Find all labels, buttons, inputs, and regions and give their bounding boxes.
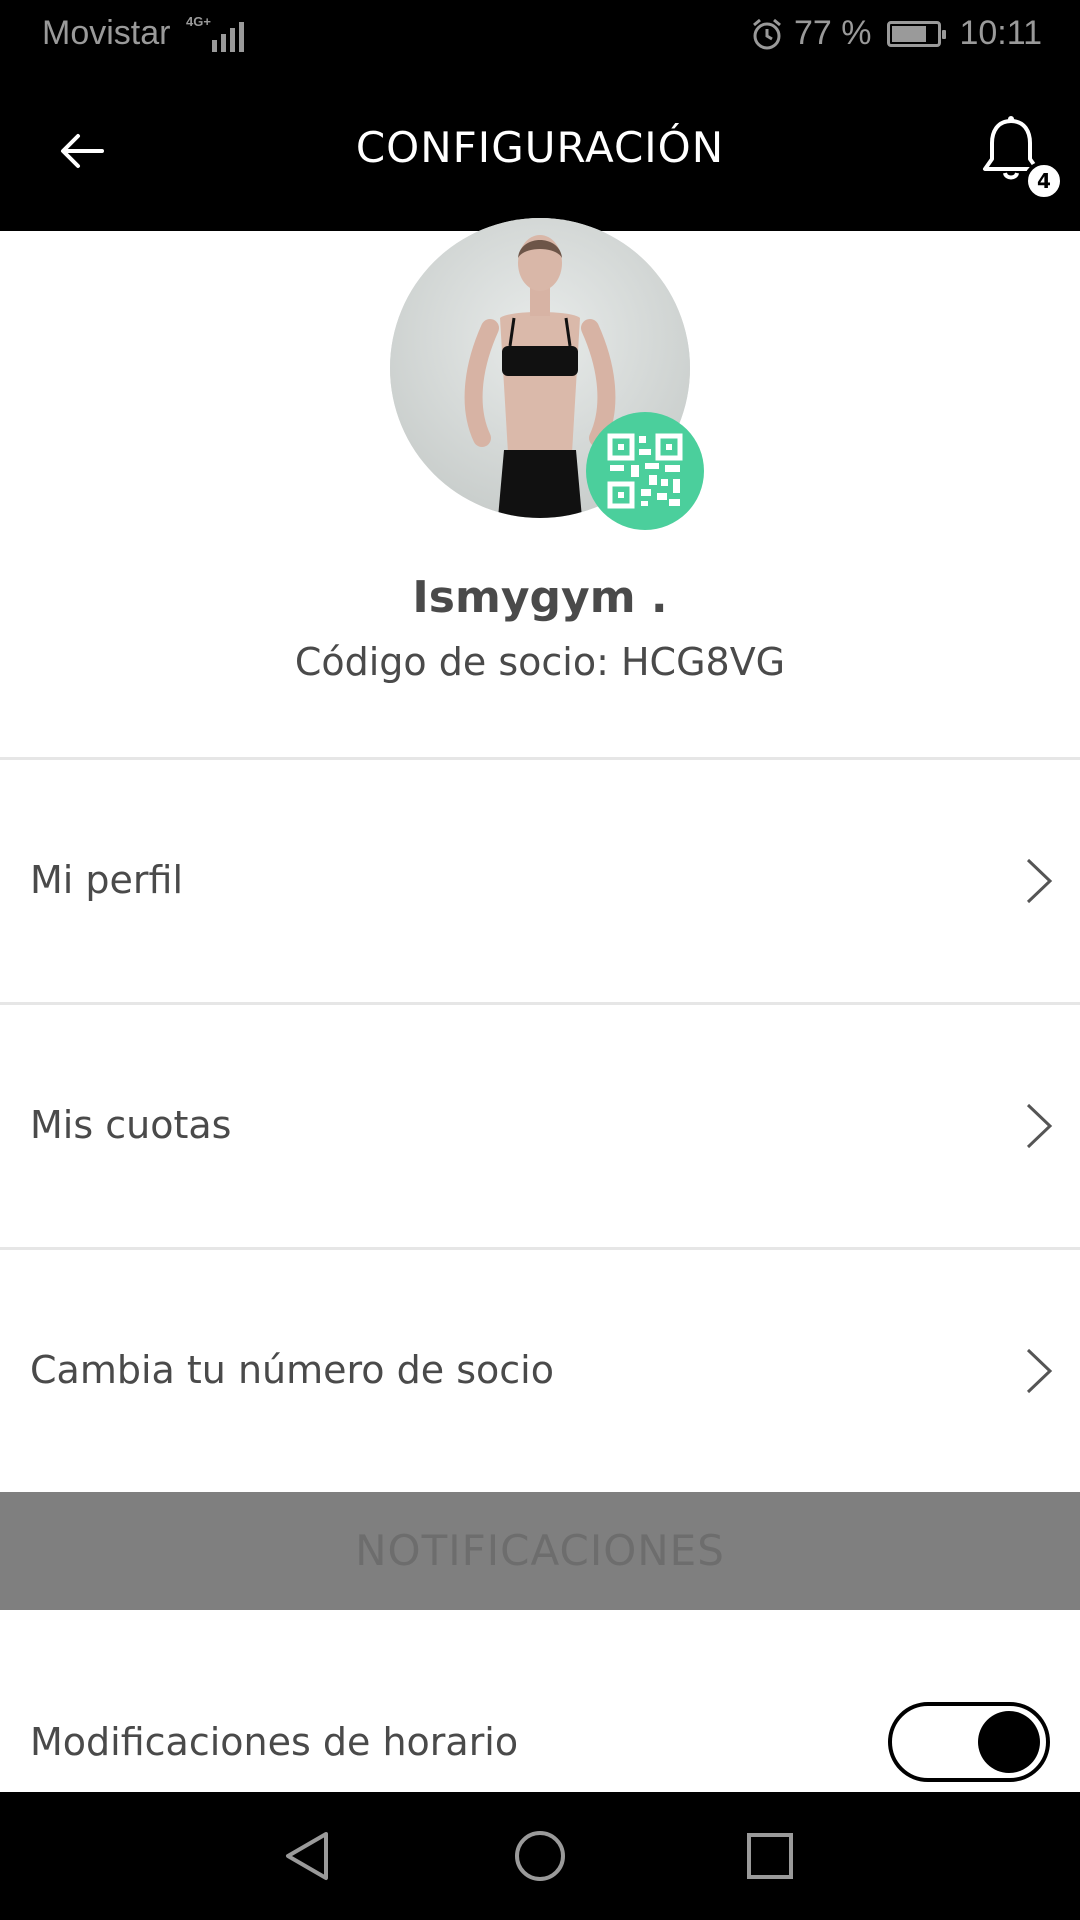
user-name: Ismygym . bbox=[412, 572, 668, 623]
schedule-changes-toggle[interactable] bbox=[888, 1702, 1050, 1782]
menu-item-label: Cambia tu número de socio bbox=[30, 1348, 554, 1392]
nav-home-icon bbox=[515, 1831, 565, 1881]
clock: 10:11 bbox=[959, 14, 1042, 52]
battery-percent: 77 % bbox=[793, 14, 872, 52]
menu-item-cambia-numero-socio[interactable]: Cambia tu número de socio bbox=[0, 1250, 1080, 1490]
alarm-icon bbox=[752, 18, 781, 49]
chevron-right-icon bbox=[1026, 858, 1053, 904]
chevron-right-icon bbox=[1026, 1348, 1053, 1394]
page-title: CONFIGURACIÓN bbox=[355, 123, 725, 172]
menu-item-mi-perfil[interactable]: Mi perfil bbox=[0, 760, 1080, 1000]
qr-code-button[interactable] bbox=[586, 412, 704, 530]
status-bar: Movistar 4G+ 77 % 10:11 bbox=[0, 0, 1080, 73]
menu-item-label: Mi perfil bbox=[30, 858, 184, 902]
battery-fill bbox=[892, 25, 927, 42]
signal-icon bbox=[212, 18, 244, 52]
chevron-right-icon bbox=[1026, 1103, 1053, 1149]
qr-code-icon bbox=[607, 433, 683, 509]
menu-item-label: Mis cuotas bbox=[30, 1103, 232, 1147]
menu-item-mis-cuotas[interactable]: Mis cuotas bbox=[0, 1005, 1080, 1245]
app-header: CONFIGURACIÓN 4 bbox=[0, 73, 1080, 231]
battery-icon bbox=[887, 20, 947, 47]
toggle-label: Modificaciones de horario bbox=[30, 1720, 519, 1764]
schedule-changes-row: Modificaciones de horario bbox=[0, 1610, 1080, 1792]
nav-home-button[interactable] bbox=[510, 1826, 570, 1886]
network-type: 4G+ bbox=[186, 14, 211, 29]
member-code: Código de socio: HCG8VG bbox=[294, 640, 786, 684]
carrier-name: Movistar bbox=[42, 14, 171, 52]
navigation-bar bbox=[0, 1792, 1080, 1920]
nav-recents-button[interactable] bbox=[740, 1826, 800, 1886]
nav-back-button[interactable] bbox=[278, 1826, 338, 1886]
toggle-knob bbox=[978, 1711, 1040, 1773]
notification-count-badge: 4 bbox=[1024, 161, 1064, 201]
nav-recents-icon bbox=[747, 1833, 793, 1879]
nav-back-icon bbox=[286, 1832, 328, 1880]
notifications-section-header: NOTIFICACIONES bbox=[0, 1492, 1080, 1610]
